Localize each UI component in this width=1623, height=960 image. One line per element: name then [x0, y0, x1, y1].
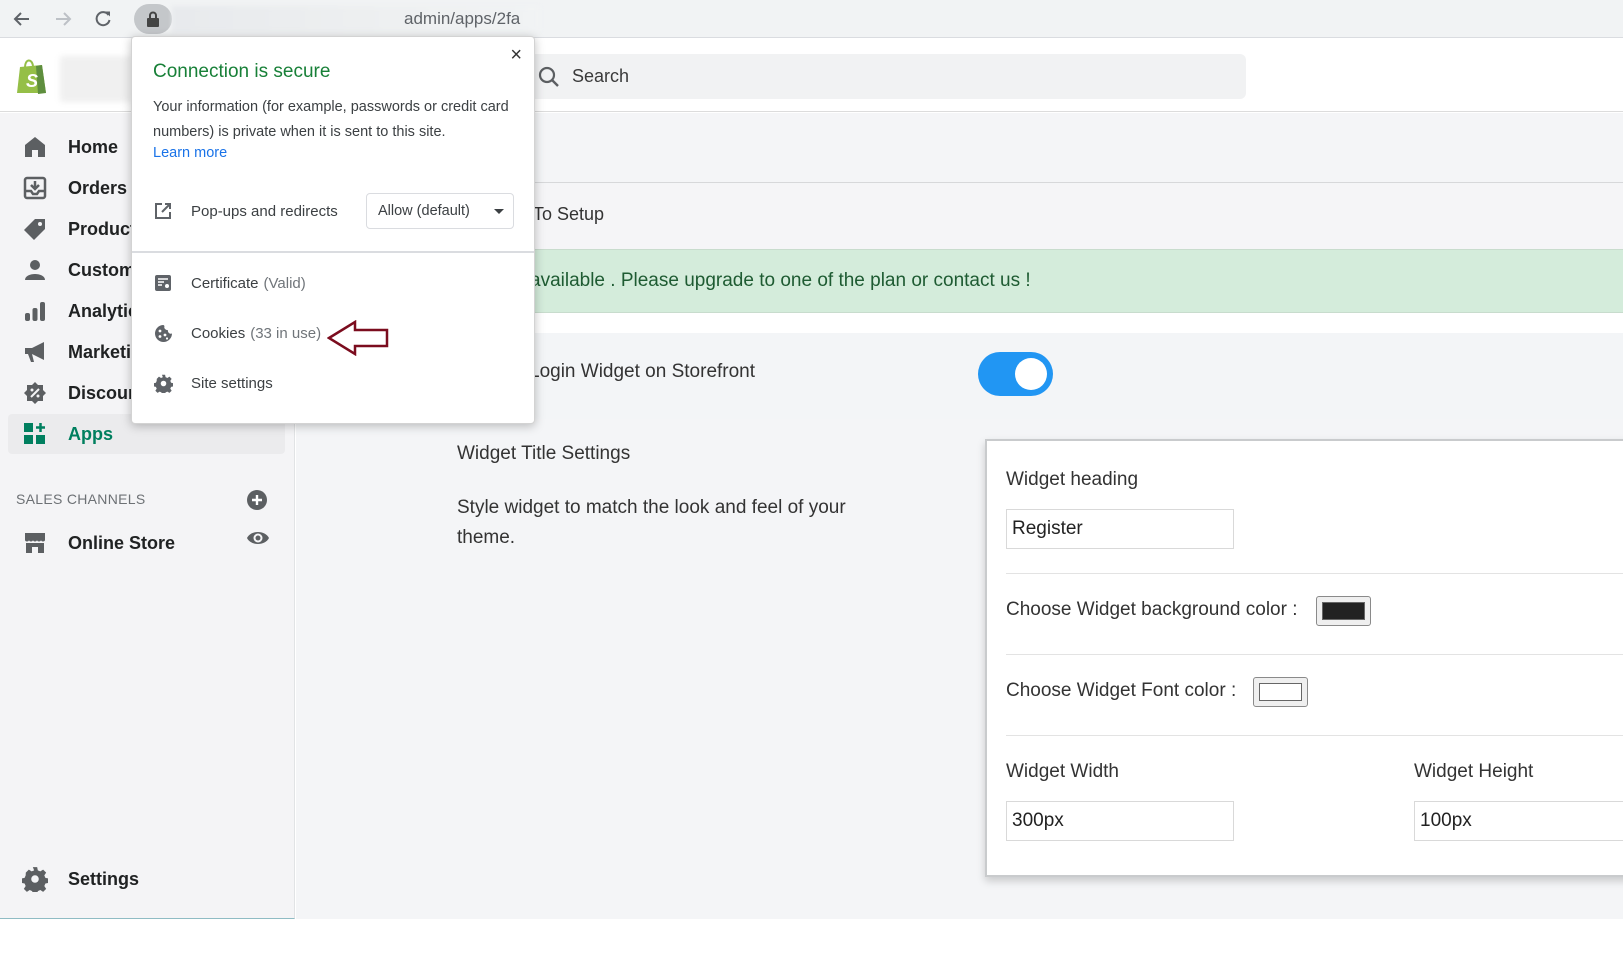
- sales-channels-heading: SALES CHANNELS: [16, 491, 146, 507]
- bg-color-swatch: [1322, 602, 1365, 620]
- popup-title: Connection is secure: [153, 61, 331, 82]
- bg-color-label: Choose Widget background color :: [1006, 599, 1298, 620]
- certificate-row[interactable]: Certificate (Valid): [153, 273, 306, 293]
- close-icon[interactable]: ×: [510, 45, 522, 65]
- alert-text: available . Please upgrade to one of the…: [530, 270, 1031, 291]
- reload-icon: [95, 11, 111, 27]
- shopify-logo-icon[interactable]: S: [14, 57, 48, 95]
- toggle-knob: [1015, 358, 1047, 390]
- search-input[interactable]: Search: [530, 54, 1246, 99]
- section-title: Widget Title Settings: [457, 443, 631, 464]
- sidebar-item-label: Orders: [68, 177, 128, 198]
- view-store-eye-icon[interactable]: [246, 529, 270, 547]
- lock-icon: [147, 11, 159, 27]
- certificate-status: (Valid): [263, 274, 306, 292]
- home-icon: [22, 134, 48, 160]
- cookies-row[interactable]: Cookies (33 in use): [153, 323, 321, 343]
- orders-icon: [22, 175, 48, 201]
- address-bar[interactable]: admin/apps/2fa: [134, 4, 1623, 34]
- divider: [132, 251, 534, 253]
- caret-down-icon: [494, 209, 504, 214]
- megaphone-icon: [22, 339, 48, 365]
- popups-select-value: Allow (default): [378, 203, 470, 219]
- popup-body: Your information (for example, passwords…: [153, 99, 509, 140]
- reload-button[interactable]: [89, 5, 117, 33]
- toggle-label: Login Widget on Storefront: [529, 361, 756, 382]
- sidebar-item-label: Settings: [68, 868, 140, 889]
- apps-icon: [22, 421, 48, 447]
- widget-height-label: Widget Height: [1414, 761, 1534, 782]
- add-sales-channel-icon[interactable]: [246, 489, 268, 511]
- sidebar-item-label: Apps: [68, 423, 113, 444]
- external-link-icon: [153, 201, 173, 221]
- gear-icon: [153, 373, 173, 393]
- site-settings-row[interactable]: Site settings: [153, 373, 273, 393]
- discount-icon: [22, 380, 48, 406]
- site-settings-label: Site settings: [191, 374, 273, 392]
- certificate-label: Certificate: [191, 274, 259, 292]
- url-text: admin/apps/2fa: [404, 9, 521, 28]
- widget-heading-label: Widget heading: [1006, 469, 1139, 490]
- gear-icon: [22, 866, 48, 892]
- certificate-icon: [153, 273, 173, 293]
- arrow-right-icon: [56, 12, 72, 26]
- login-widget-toggle[interactable]: [978, 352, 1053, 396]
- setup-link[interactable]: To Setup: [533, 204, 604, 225]
- page-bottom: [0, 919, 1623, 960]
- forward-button[interactable]: [49, 5, 77, 33]
- bar-chart-icon: [22, 298, 48, 324]
- person-icon: [22, 257, 48, 283]
- bg-color-picker[interactable]: [1316, 596, 1371, 626]
- sidebar-item-label: Home: [68, 136, 119, 157]
- sidebar-item-online-store[interactable]: Online Store: [8, 523, 285, 563]
- widget-settings-card: Widget heading Choose Widget background …: [985, 439, 1623, 877]
- font-color-label: Choose Widget Font color :: [1006, 680, 1237, 701]
- widget-height-input[interactable]: [1414, 801, 1623, 841]
- divider: [1006, 573, 1623, 574]
- browser-toolbar: admin/apps/2fa: [0, 0, 1623, 38]
- store-name-redacted: [60, 56, 132, 102]
- annotation-arrow-left-icon: [327, 320, 389, 356]
- font-color-swatch: [1259, 683, 1302, 701]
- back-button[interactable]: [8, 5, 36, 33]
- widget-width-label: Widget Width: [1006, 761, 1119, 782]
- popups-redirects-row: Pop-ups and redirects: [153, 201, 338, 221]
- divider: [1006, 735, 1623, 736]
- sidebar-item-label: Online Store: [68, 532, 176, 553]
- popups-permission-select[interactable]: Allow (default): [366, 193, 514, 229]
- site-info-popup: × Connection is secure Your information …: [131, 36, 535, 424]
- font-color-picker[interactable]: [1253, 677, 1308, 707]
- search-icon: [536, 64, 562, 90]
- widget-width-input[interactable]: [1006, 801, 1234, 841]
- widget-heading-input[interactable]: [1006, 509, 1234, 549]
- store-icon: [22, 530, 48, 556]
- svg-text:S: S: [26, 71, 38, 91]
- arrow-left-icon: [13, 12, 29, 26]
- cookies-status: (33 in use): [250, 324, 322, 342]
- sidebar-item-settings[interactable]: Settings: [8, 859, 285, 899]
- section-description: Style widget to match the look and feel …: [457, 497, 846, 548]
- popups-label: Pop-ups and redirects: [191, 202, 338, 220]
- tag-icon: [22, 216, 48, 242]
- cookie-icon: [153, 323, 173, 343]
- search-placeholder: Search: [572, 66, 630, 86]
- learn-more-link[interactable]: Learn more: [153, 145, 227, 161]
- site-info-button[interactable]: [134, 4, 172, 34]
- divider: [1006, 654, 1623, 655]
- cookies-label: Cookies: [191, 324, 246, 342]
